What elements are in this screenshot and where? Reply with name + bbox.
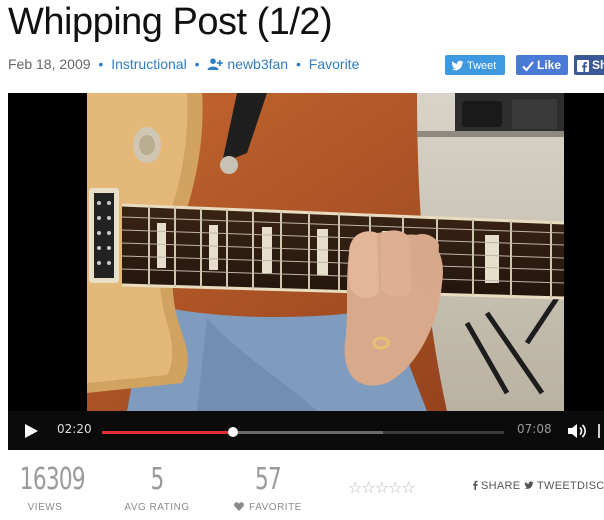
video-player[interactable]: 02:20 07:08 (8, 93, 604, 450)
favorite-link[interactable]: Favorite (309, 56, 360, 72)
like-button-label: Like (537, 58, 562, 72)
seek-bar[interactable] (102, 427, 504, 437)
seek-handle[interactable] (228, 427, 239, 437)
rating-value: 5 (150, 462, 164, 497)
like-button[interactable]: Like (516, 55, 568, 75)
player-controls: 02:20 07:08 (8, 411, 604, 450)
favorites-stat[interactable]: 57 FAVORITE (228, 462, 308, 513)
star-1[interactable]: ☆ (348, 480, 362, 497)
views-label: VIEWS (27, 502, 63, 513)
page-title: Whipping Post (1/2) (8, 1, 333, 43)
facebook-button-label: Sh (592, 58, 604, 72)
played-range (102, 431, 234, 434)
duration-time: 07:08 (517, 422, 552, 436)
meta-separator: • (98, 56, 104, 72)
tweet-link[interactable]: TWEET (524, 480, 577, 492)
share-link-label: SHARE (481, 480, 521, 492)
facebook-icon (577, 60, 589, 72)
star-rating[interactable]: ☆☆☆☆☆ (348, 478, 416, 498)
favorites-label-row: FAVORITE (228, 502, 308, 513)
star-4[interactable]: ☆ (388, 480, 402, 497)
tweet-link-label: TWEET (537, 480, 577, 492)
play-icon[interactable] (22, 423, 40, 439)
favorites-count: 57 (254, 462, 282, 497)
meta-separator: • (194, 56, 200, 72)
twitter-bird-icon (524, 481, 534, 489)
facebook-f-icon (473, 480, 478, 490)
meta-separator: • (295, 56, 301, 72)
facebook-share-button[interactable]: Sh (574, 55, 604, 75)
twitter-bird-icon (451, 60, 464, 71)
volume-icon[interactable] (566, 421, 588, 441)
heart-icon (234, 502, 244, 511)
star-5[interactable]: ☆ (401, 480, 415, 497)
current-time: 02:20 (57, 422, 92, 436)
views-count: 16309 (19, 462, 86, 497)
checkmark-icon (522, 61, 534, 72)
username-link[interactable]: newb3fan (227, 56, 288, 72)
video-meta: Feb 18, 2009 • Instructional • newb3fan … (8, 56, 359, 72)
category-link[interactable]: Instructional (111, 56, 186, 72)
favorites-label: FAVORITE (249, 502, 302, 513)
fullscreen-edge[interactable] (598, 424, 600, 438)
discuss-link[interactable]: DISCU (577, 480, 604, 492)
rating-stat: 5 AVG RATING (120, 462, 194, 513)
rating-label: AVG RATING (124, 502, 190, 513)
discuss-link-label: DISCU (577, 480, 604, 492)
share-link[interactable]: SHARE (472, 480, 520, 492)
add-user-icon[interactable] (207, 58, 224, 70)
video-frame[interactable] (87, 93, 564, 411)
tweet-button-label: Tweet (467, 60, 497, 72)
views-stat: 16309 VIEWS (10, 462, 86, 513)
tweet-button[interactable]: Tweet (445, 55, 505, 75)
video-still (87, 93, 564, 411)
post-date: Feb 18, 2009 (8, 56, 91, 72)
star-3[interactable]: ☆ (375, 480, 389, 497)
star-2[interactable]: ☆ (361, 480, 375, 497)
